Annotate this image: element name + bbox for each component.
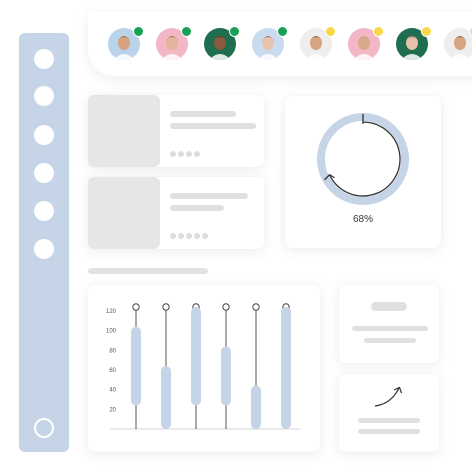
progress-donut	[317, 113, 409, 205]
text-placeholder	[352, 326, 428, 331]
range-bar	[221, 346, 231, 406]
y-tick-label: 100	[106, 329, 117, 335]
y-tick-label: 120	[106, 309, 117, 315]
range-bar	[131, 326, 141, 406]
range-bar	[281, 307, 291, 429]
bar-handle[interactable]	[252, 303, 260, 311]
text-placeholder	[170, 111, 236, 117]
y-tick-label: 20	[109, 407, 116, 413]
sidebar	[19, 33, 69, 452]
sidebar-item-5[interactable]	[34, 201, 54, 221]
range-chart: 120 100 80 60 40 20	[106, 303, 300, 430]
rating-dot	[186, 151, 192, 157]
y-tick-label: 60	[109, 368, 116, 374]
sidebar-item-6[interactable]	[34, 239, 54, 259]
trend-arrow-icon	[374, 386, 403, 407]
rating-dot	[194, 151, 200, 157]
text-placeholder	[170, 193, 248, 199]
range-bar	[251, 385, 261, 429]
chart-card: 120 100 80 60 40 20	[88, 285, 320, 452]
section-title-placeholder	[88, 268, 208, 274]
rating-dot	[202, 233, 208, 239]
text-placeholder	[358, 429, 420, 434]
bar-handle[interactable]	[222, 303, 230, 311]
y-tick-label: 40	[109, 388, 116, 394]
sidebar-item-4[interactable]	[34, 163, 54, 183]
sidebar-item-3[interactable]	[34, 125, 54, 145]
status-indicator-online	[133, 26, 144, 37]
rating-dot	[194, 233, 200, 239]
text-placeholder	[364, 338, 416, 343]
text-placeholder	[170, 123, 256, 129]
bar-handle[interactable]	[162, 303, 170, 311]
status-indicator-away	[373, 26, 384, 37]
trend-card[interactable]	[339, 374, 439, 452]
range-bar	[161, 366, 171, 429]
status-indicator-away	[325, 26, 336, 37]
sidebar-profile-button[interactable]	[34, 418, 54, 438]
bar-handle[interactable]	[132, 303, 140, 311]
sidebar-item-2[interactable]	[34, 86, 54, 106]
dashboard: 68% 120 100 80 60 40 20	[0, 0, 472, 472]
rating-dot	[170, 151, 176, 157]
rating-dot	[178, 151, 184, 157]
badge-placeholder	[371, 302, 407, 311]
status-indicator-online	[181, 26, 192, 37]
rating-dot	[170, 233, 176, 239]
rating-dot	[186, 233, 192, 239]
status-indicator-away	[421, 26, 432, 37]
thumbnail-placeholder	[88, 95, 160, 167]
content-card[interactable]	[88, 177, 264, 249]
summary-card[interactable]	[339, 285, 439, 363]
avatar-strip	[88, 12, 472, 76]
y-tick-label: 80	[109, 348, 116, 354]
thumbnail-placeholder	[88, 177, 160, 249]
progress-card: 68%	[285, 96, 441, 248]
sidebar-item-1[interactable]	[34, 49, 54, 69]
text-placeholder	[170, 205, 224, 211]
rating-dot	[178, 233, 184, 239]
status-indicator-online	[229, 26, 240, 37]
text-placeholder	[358, 418, 420, 423]
content-card[interactable]	[88, 95, 264, 167]
progress-percent: 68%	[352, 214, 373, 225]
avatar[interactable]	[444, 28, 472, 60]
range-bar	[191, 307, 201, 406]
status-indicator-online	[277, 26, 288, 37]
